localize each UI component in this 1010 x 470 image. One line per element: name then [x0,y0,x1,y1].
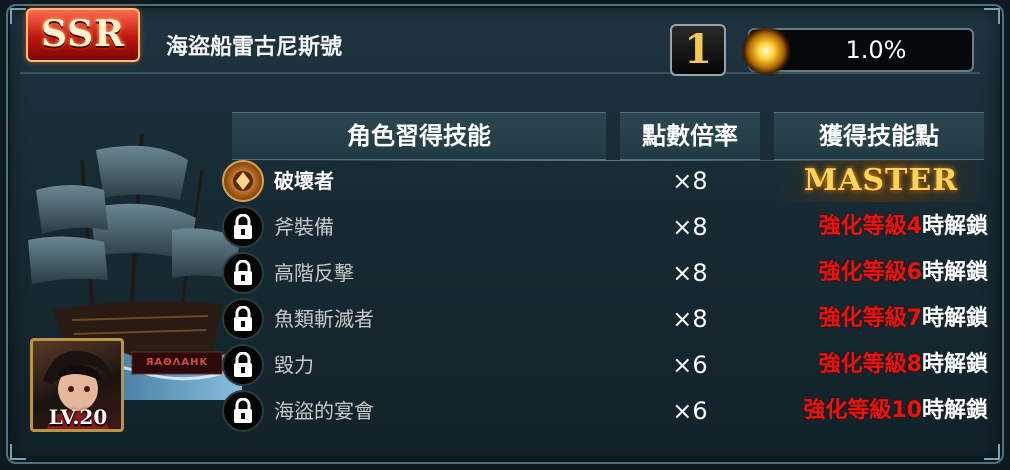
unlock-level: 強化等級4 [818,214,922,239]
column-header-rate: 點數倍率 [620,112,760,160]
skill-name: 魚類斬滅者 [274,307,374,331]
unlock-condition: 強化等級6時解鎖 [819,250,988,296]
skill-multiplier: ×6 [672,397,708,425]
skill-multiplier: ×8 [672,259,708,287]
unlock-level: 強化等級8 [818,352,922,377]
owned-count: 1 [670,24,726,76]
unlock-level: 強化等級6 [818,260,922,285]
lock-icon[interactable] [222,298,264,340]
skill-multiplier: ×6 [672,351,708,379]
skill-row: 海盜的宴會 ×6 強化等級10時解鎖 [0,388,1010,434]
skill-row: 魚類斬滅者 ×8 強化等級7時解鎖 [0,296,1010,342]
corner-ornament [984,8,1000,24]
unlock-condition: 強化等級4時解鎖 [819,204,988,250]
unlock-condition: 強化等級7時解鎖 [819,296,988,342]
unlock-suffix: 時解鎖 [921,352,988,377]
column-header-points: 獲得技能點 [774,112,984,160]
star-burst-icon [740,26,792,76]
skill-name: 高階反擊 [274,261,354,285]
skill-row: 斧裝備 ×8 強化等級4時解鎖 [0,204,1010,250]
skill-name: 毀力 [274,353,314,377]
skill-row: 毀力 ×6 強化等級8時解鎖 [0,342,1010,388]
unlock-condition: 強化等級10時解鎖 [803,388,988,434]
destroyer-skill-icon[interactable] [222,160,264,202]
unlock-suffix: 時解鎖 [921,214,988,239]
unlock-level: 強化等級7 [818,306,922,331]
skill-row: 破壞者 ×8 MASTER [0,158,1010,204]
lock-icon[interactable] [222,206,264,248]
rarity-badge: SSR [26,8,140,62]
column-header-skill: 角色習得技能 [232,112,606,160]
skill-multiplier: ×8 [672,305,708,333]
skill-multiplier: ×8 [672,213,708,241]
master-badge: MASTER [776,160,986,202]
unlock-condition: 強化等級8時解鎖 [819,342,988,388]
lock-icon[interactable] [222,252,264,294]
lock-icon[interactable] [222,344,264,386]
skill-row: 高階反擊 ×8 強化等級6時解鎖 [0,250,1010,296]
unlock-level: 強化等級10 [803,398,922,423]
unlock-suffix: 時解鎖 [921,260,988,285]
unlock-suffix: 時解鎖 [921,398,988,423]
corner-ornament [984,444,1000,460]
lock-icon[interactable] [222,390,264,432]
character-name: 海盜船雷古尼斯號 [166,35,343,60]
skill-name: 海盜的宴會 [274,399,374,423]
skill-multiplier: ×8 [672,167,708,195]
corner-ornament [10,444,26,460]
skill-name: 破壞者 [274,169,334,193]
unlock-suffix: 時解鎖 [921,306,988,331]
skill-name: 斧裝備 [274,215,334,239]
